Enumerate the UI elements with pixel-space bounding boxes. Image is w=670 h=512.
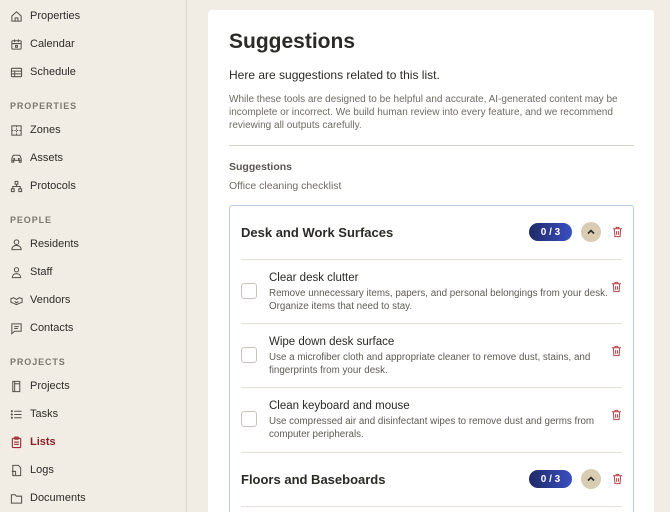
item-description: Use compressed air and disinfectant wipe…	[269, 416, 595, 440]
suggestions-source-list: Office cleaning checklist	[229, 180, 342, 192]
collapse-button[interactable]	[581, 469, 601, 489]
contact-card-icon	[10, 322, 23, 335]
delete-item-button[interactable]	[610, 344, 622, 357]
group-title: Floors and Baseboards	[241, 472, 386, 487]
group-header: Floors and Baseboards 0 / 3	[230, 459, 633, 499]
page-title: Suggestions	[229, 30, 356, 53]
sidebar-item-label: Properties	[30, 10, 81, 22]
section-heading-projects: PROJECTS	[10, 357, 66, 367]
sidebar-item-lists[interactable]: Lists	[10, 432, 56, 452]
group-separator	[241, 452, 622, 453]
sidebar-item-residents[interactable]: Residents	[10, 234, 79, 254]
staff-icon	[10, 266, 23, 279]
delete-group-button[interactable]	[611, 472, 623, 485]
car-icon	[10, 152, 23, 165]
sidebar-item-protocols[interactable]: Protocols	[10, 176, 76, 196]
item-title: Wipe down desk surface	[269, 336, 395, 348]
progress-badge: 0 / 3	[529, 223, 572, 241]
item-checkbox[interactable]	[241, 347, 257, 363]
sidebar-item-staff[interactable]: Staff	[10, 262, 52, 282]
trash-icon	[611, 281, 621, 292]
schedule-table-icon	[10, 66, 23, 79]
delete-group-button[interactable]	[611, 225, 623, 238]
trash-icon	[611, 345, 621, 356]
item-title: Clear desk clutter	[269, 272, 359, 284]
sidebar-item-label: Lists	[30, 436, 56, 448]
sidebar-item-label: Residents	[30, 238, 79, 250]
item-description: Use a microfiber cloth and appropriate c…	[269, 352, 591, 376]
divider	[229, 145, 634, 146]
sidebar-item-label: Protocols	[30, 180, 76, 192]
task-list-icon	[10, 408, 23, 421]
trash-icon	[612, 473, 622, 484]
sidebar-item-tasks[interactable]: Tasks	[10, 404, 58, 424]
sidebar-item-calendar[interactable]: Calendar	[10, 34, 75, 54]
trash-icon	[612, 226, 622, 237]
home-icon	[10, 10, 23, 23]
sidebar-item-label: Zones	[30, 124, 61, 136]
sidebar-item-assets[interactable]: Assets	[10, 148, 63, 168]
list-item: Clean keyboard and mouse Use compressed …	[241, 387, 622, 451]
progress-badge: 0 / 3	[529, 470, 572, 488]
person-icon	[10, 238, 23, 251]
sidebar-item-schedule[interactable]: Schedule	[10, 62, 76, 82]
sidebar-item-label: Staff	[30, 266, 53, 278]
item-title: Clean keyboard and mouse	[269, 400, 410, 412]
zones-grid-icon	[10, 124, 23, 137]
ai-disclaimer: While these tools are designed to be hel…	[229, 94, 618, 131]
trash-icon	[611, 409, 621, 420]
sidebar-item-label: Schedule	[30, 66, 76, 78]
hierarchy-icon	[10, 180, 23, 193]
chevron-up-icon	[587, 229, 595, 235]
section-heading-properties: PROPERTIES	[10, 101, 78, 111]
collapse-button[interactable]	[581, 222, 601, 242]
sidebar-item-label: Assets	[30, 152, 64, 164]
page-subtitle: Here are suggestions related to this lis…	[229, 68, 440, 82]
item-description: Remove unnecessary items, papers, and pe…	[269, 288, 608, 312]
log-note-icon	[10, 464, 23, 477]
item-checkbox[interactable]	[241, 283, 257, 299]
suggestions-panel: Suggestions Here are suggestions related…	[208, 10, 654, 512]
delete-item-button[interactable]	[610, 280, 622, 293]
section-heading-people: PEOPLE	[10, 215, 52, 225]
sidebar-item-label: Tasks	[30, 408, 59, 420]
sidebar-item-logs[interactable]: Logs	[10, 460, 54, 480]
calendar-icon	[10, 38, 23, 51]
item-checkbox[interactable]	[241, 411, 257, 427]
sidebar-item-label: Contacts	[30, 322, 74, 334]
sidebar-item-label: Calendar	[30, 38, 75, 50]
book-icon	[10, 380, 23, 393]
main-content: Suggestions Here are suggestions related…	[187, 0, 670, 512]
clipboard-icon	[10, 436, 23, 449]
sidebar-item-contacts[interactable]: Contacts	[10, 318, 73, 338]
sidebar-item-label: Logs	[30, 464, 54, 476]
list-item: Clear desk clutter Remove unnecessary it…	[241, 259, 622, 323]
suggestions-label: Suggestions	[229, 161, 293, 173]
delete-item-button[interactable]	[610, 408, 622, 421]
sidebar-item-vendors[interactable]: Vendors	[10, 290, 70, 310]
suggested-groups: Desk and Work Surfaces 0 / 3 Clear desk …	[229, 205, 634, 512]
sidebar-item-label: Documents	[30, 492, 86, 504]
folder-icon	[10, 492, 23, 505]
chevron-up-icon	[587, 476, 595, 482]
sidebar-item-properties[interactable]: Properties	[10, 6, 80, 26]
sidebar-item-projects[interactable]: Projects	[10, 376, 70, 396]
group-title: Desk and Work Surfaces	[241, 225, 394, 240]
list-item: Wipe down desk surface Use a microfiber …	[241, 323, 622, 387]
sidebar: Properties Calendar Schedule PROPERTIES …	[0, 0, 187, 512]
sidebar-item-label: Vendors	[30, 294, 71, 306]
group-separator	[241, 506, 622, 507]
group-header: Desk and Work Surfaces 0 / 3	[230, 212, 633, 252]
sidebar-item-zones[interactable]: Zones	[10, 120, 61, 140]
handshake-icon	[10, 294, 23, 307]
sidebar-item-label: Projects	[30, 380, 70, 392]
sidebar-item-documents[interactable]: Documents	[10, 488, 86, 508]
